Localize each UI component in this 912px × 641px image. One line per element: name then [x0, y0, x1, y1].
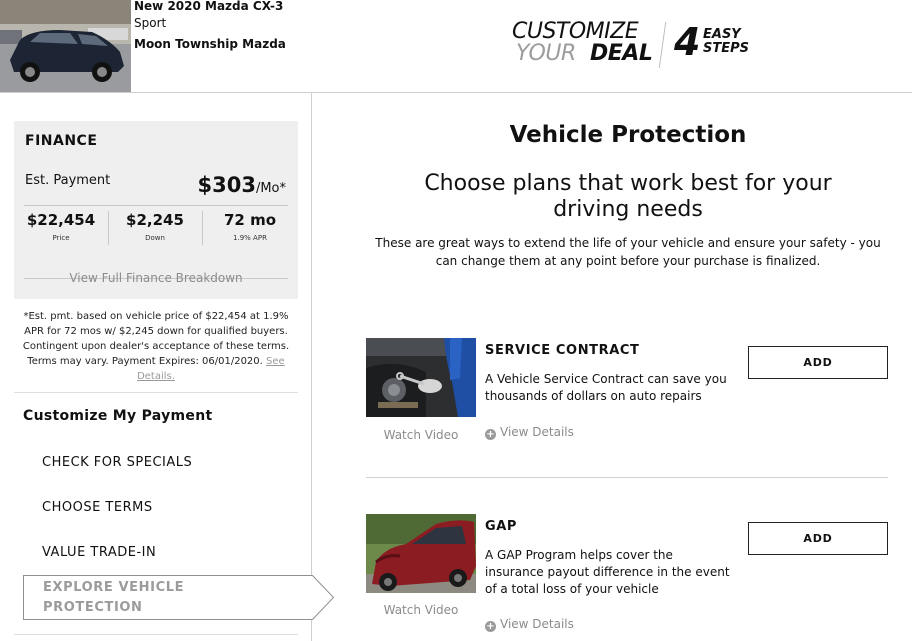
service-contract-video-thumbnail[interactable]: [366, 338, 476, 417]
watch-video-link[interactable]: Watch Video: [366, 603, 476, 617]
active-step-line-1: EXPLORE VEHICLE: [43, 580, 185, 595]
apr-label: 1.9% APR: [233, 234, 267, 242]
main-content: Vehicle Protection Choose plans that wor…: [313, 93, 912, 641]
disclaimer-text: *Est. pmt. based on vehicle price of $22…: [22, 311, 290, 367]
est-payment-unit: /Mo*: [255, 181, 286, 196]
page-description: These are great ways to extend the life …: [375, 236, 881, 268]
finance-terms-row: $22,454 Price $2,245 Down 72 mo 1.9% APR: [14, 211, 298, 247]
plus-circle-icon: +: [485, 429, 496, 440]
finance-heading: FINANCE: [25, 133, 98, 149]
logo-number: 4: [674, 20, 701, 64]
step-value-trade-in[interactable]: VALUE TRADE-IN: [42, 545, 156, 560]
est-payment-value: $303/Mo*: [197, 173, 286, 197]
page-header: New 2020 Mazda CX-3 Sport Moon Township …: [0, 0, 912, 93]
view-finance-breakdown-link[interactable]: View Full Finance Breakdown: [14, 271, 298, 285]
view-details-label: View Details: [500, 617, 574, 631]
logo-divider: [658, 22, 667, 68]
term-column: 72 mo 1.9% APR: [202, 211, 298, 247]
divider: [14, 634, 298, 635]
view-details-link[interactable]: + View Details: [485, 425, 574, 440]
logo-deal-text: DEAL: [590, 41, 653, 66]
vehicle-info: New 2020 Mazda CX-3 Sport Moon Township …: [134, 0, 286, 51]
divider: [24, 205, 288, 206]
add-gap-button[interactable]: ADD: [748, 522, 888, 555]
logo-easy-text: EASY: [703, 27, 741, 42]
logo-your-text: YOUR: [516, 41, 576, 66]
product-description: A GAP Program helps cover the insurance …: [485, 548, 730, 596]
active-step-label: EXPLORE VEHICLE PROTECTION: [43, 578, 184, 618]
product-name: SERVICE CONTRACT: [485, 343, 640, 358]
active-step-line-2: PROTECTION: [43, 600, 143, 615]
divider: [366, 477, 888, 478]
down-value: $2,245: [126, 211, 184, 229]
sidebar: FINANCE Est. Payment $303/Mo* $22,454 Pr…: [0, 93, 335, 641]
product-description: A Vehicle Service Contract can save you …: [485, 372, 727, 403]
step-explore-vehicle-protection[interactable]: EXPLORE VEHICLE PROTECTION: [23, 575, 335, 620]
price-label: Price: [52, 234, 70, 242]
product-gap: Watch Video GAP A GAP Program helps cove…: [366, 514, 888, 641]
divider: [202, 211, 203, 245]
logo-steps-text: STEPS: [703, 41, 750, 56]
est-payment-label: Est. Payment: [25, 173, 111, 188]
customize-deal-logo: CUSTOMIZE YOUR DEAL 4 EASY STEPS: [512, 20, 752, 72]
finance-disclaimer: *Est. pmt. based on vehicle price of $22…: [14, 309, 298, 384]
customize-payment-heading: Customize My Payment: [23, 408, 213, 424]
view-details-label: View Details: [500, 425, 574, 439]
plus-circle-icon: +: [485, 621, 496, 632]
gap-video-thumbnail[interactable]: [366, 514, 476, 593]
down-column: $2,245 Down: [108, 211, 202, 247]
page-subtitle: Choose plans that work best for your dri…: [424, 171, 832, 222]
step-check-for-specials[interactable]: CHECK FOR SPECIALS: [42, 455, 192, 470]
est-payment-amount: $303: [197, 173, 256, 197]
product-name: GAP: [485, 519, 518, 534]
view-details-link[interactable]: + View Details: [485, 617, 574, 632]
down-label: Down: [145, 234, 165, 242]
watch-video-link[interactable]: Watch Video: [366, 428, 476, 442]
price-column: $22,454 Price: [14, 211, 108, 247]
add-service-contract-button[interactable]: ADD: [748, 346, 888, 379]
finance-summary-card: FINANCE Est. Payment $303/Mo* $22,454 Pr…: [14, 121, 298, 299]
product-service-contract: Watch Video SERVICE CONTRACT A Vehicle S…: [366, 338, 888, 468]
divider: [108, 211, 109, 245]
term-value: 72 mo: [223, 211, 277, 229]
dealer-name: Moon Township Mazda: [134, 37, 286, 51]
vehicle-trim: Sport: [134, 16, 167, 30]
price-value: $22,454: [26, 211, 96, 229]
page-title: Vehicle Protection: [509, 122, 747, 148]
step-choose-terms[interactable]: CHOOSE TERMS: [42, 500, 153, 515]
vehicle-title: New 2020 Mazda CX-3: [134, 0, 284, 13]
divider: [14, 392, 298, 393]
vehicle-thumbnail: [0, 0, 131, 92]
